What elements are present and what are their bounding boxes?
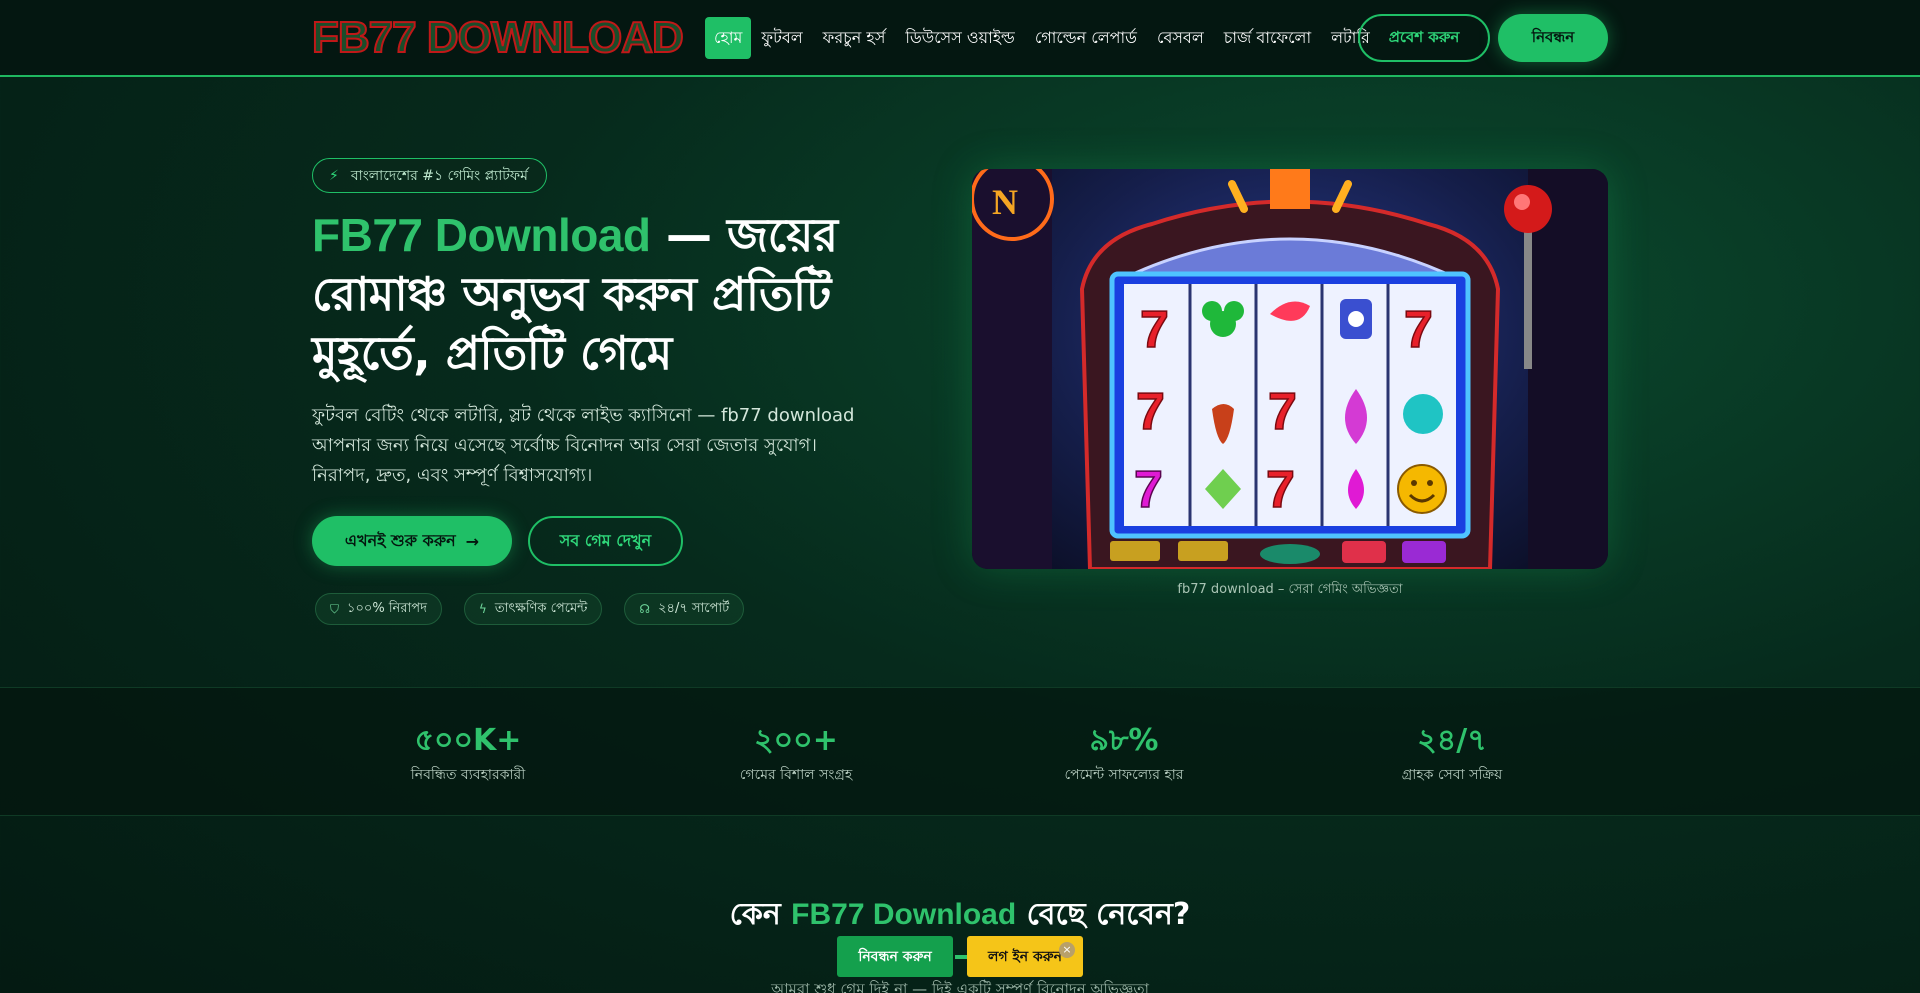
stat-value: ২৪/৭ — [1417, 723, 1487, 758]
stat-value: ৯৮% — [1089, 723, 1159, 758]
chip-secure-label: ১০০% নিরাপদ — [347, 600, 427, 616]
arrow-right-icon: → — [465, 531, 480, 551]
why-title-post: বেছে নেবেন? — [1016, 897, 1191, 932]
stats-strip: ৫০০K+ নিবন্ধিত ব্যবহারকারী ২০০+ গেমের বি… — [0, 687, 1920, 816]
nav-charge-buffalo[interactable]: চার্জ বাফেলো — [1214, 17, 1321, 59]
stat-games: ২০০+ গেমের বিশাল সংগ্রহ — [666, 723, 926, 787]
svg-text:7: 7 — [1140, 301, 1169, 359]
why-choose-title: কেন FB77 Download বেছে নেবেন? — [0, 895, 1920, 935]
hero-lead: ফুটবল বেটিং থেকে লটারি, স্লট থেকে লাইভ ক… — [312, 405, 855, 486]
nav-fortune-horse[interactable]: ফরচুন হর্স — [813, 17, 896, 59]
why-title-highlight: FB77 Download — [791, 898, 1017, 931]
slot-machine-illustration: N 7 7 7 7 7 7 — [972, 169, 1608, 569]
lightning-icon: ⚡ — [329, 167, 339, 184]
svg-text:7: 7 — [1266, 461, 1295, 519]
trust-chips: ⛉ ১০০% নিরাপদ ϟ তাৎক্ষণিক পেমেন্ট ☊ ২৪/৭… — [315, 593, 745, 625]
stat-label: পেমেন্ট সাফল্যের হার — [1064, 767, 1184, 783]
why-choose-subtitle: আমরা শুধু গেম দিই না — দিই একটি সম্পূর্ণ… — [771, 980, 1149, 993]
stat-label: নিবন্ধিত ব্যবহারকারী — [410, 767, 526, 783]
register-button[interactable]: নিবন্ধন — [1498, 14, 1608, 62]
stat-support: ২৪/৭ গ্রাহক সেবা সক্রিয় — [1322, 723, 1582, 787]
hero-title: FB77 Download — জয়ের রোমাঞ্চ অনুভব করুন… — [312, 206, 952, 383]
svg-text:7: 7 — [1404, 301, 1433, 359]
shield-icon: ⛉ — [330, 601, 340, 616]
stat-users: ৫০০K+ নিবন্ধিত ব্যবহারকারী — [338, 723, 598, 787]
svg-text:7: 7 — [1268, 383, 1297, 441]
headset-icon: ☊ — [639, 602, 651, 616]
stat-value: ২০০+ — [754, 723, 838, 758]
floating-register-button[interactable]: নিবন্ধন করুন — [837, 936, 953, 977]
hero-badge-text: বাংলাদেশের #১ গেমিং প্ল্যাটফর্ম — [350, 167, 528, 184]
login-button[interactable]: প্রবেশ করুন — [1358, 14, 1490, 62]
stat-label: গ্রাহক সেবা সক্রিয় — [1401, 767, 1503, 783]
main-nav: হোম ফুটবল ফরচুন হর্স ডিউসেস ওয়াইল্ড গোল… — [705, 17, 1380, 59]
stat-label: গেমের বিশাল সংগ্রহ — [739, 767, 853, 783]
start-now-label: এখনই শুরু করুন — [344, 530, 456, 550]
svg-text:7: 7 — [1136, 383, 1165, 441]
chip-instant-payment: ϟ তাৎক্ষণিক পেমেন্ট — [463, 593, 603, 625]
hero-title-highlight: FB77 Download — [312, 209, 651, 261]
hero-image-caption: fb77 download – সেরা গেমিং অভিজ্ঞতা — [1177, 582, 1403, 597]
chip-support: ☊ ২৪/৭ সাপোর্ট — [624, 593, 745, 625]
svg-text:7: 7 — [1134, 461, 1163, 519]
why-title-pre: কেন — [729, 897, 792, 932]
close-icon[interactable]: × — [1059, 942, 1075, 958]
nav-home[interactable]: হোম — [705, 17, 752, 59]
chip-secure: ⛉ ১০০% নিরাপদ — [315, 593, 442, 625]
nav-baseball[interactable]: বেসবল — [1147, 17, 1214, 59]
hero-slot-machine-image: N 7 7 7 7 7 7 — [972, 169, 1608, 569]
nav-football[interactable]: ফুটবল — [751, 17, 812, 59]
svg-text:N: N — [992, 182, 1018, 222]
site-header: FB77 DOWNLOAD হোম ফুটবল ফরচুন হর্স ডিউসে… — [0, 0, 1920, 77]
site-logo[interactable]: FB77 DOWNLOAD — [311, 13, 685, 63]
start-now-button[interactable]: এখনই শুরু করুন → — [312, 516, 512, 566]
nav-deuces-wild[interactable]: ডিউসেস ওয়াইল্ড — [895, 17, 1024, 59]
chip-support-label: ২৪/৭ সাপোর্ট — [658, 600, 730, 616]
floating-divider — [955, 955, 967, 959]
hero-badge: ⚡ বাংলাদেশের #১ গেমিং প্ল্যাটফর্ম — [312, 158, 547, 193]
view-all-games-button[interactable]: সব গেম দেখুন — [528, 516, 683, 566]
stat-value: ৫০০K+ — [414, 723, 522, 758]
lightning-icon: ϟ — [478, 602, 487, 616]
nav-golden-leopard[interactable]: গোল্ডেন লেপার্ড — [1025, 17, 1147, 59]
stat-payment: ৯৮% পেমেন্ট সাফল্যের হার — [994, 723, 1254, 787]
chip-payment-label: তাৎক্ষণিক পেমেন্ট — [494, 600, 588, 616]
